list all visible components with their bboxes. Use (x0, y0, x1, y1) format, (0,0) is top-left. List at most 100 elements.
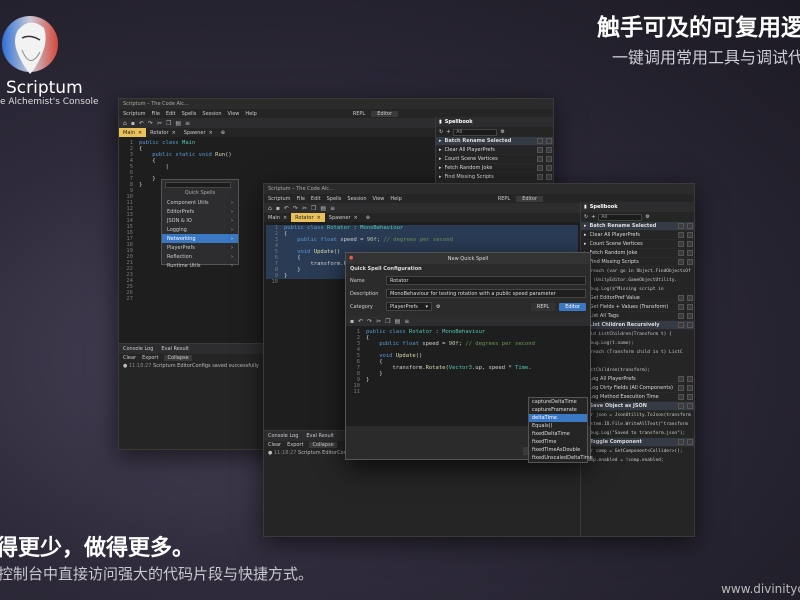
quick-spells-search-input[interactable] (165, 181, 231, 188)
run-icon[interactable] (687, 223, 693, 229)
run-icon[interactable] (687, 376, 693, 382)
undo-icon[interactable]: ↶ (358, 318, 363, 325)
menu-scriptum[interactable]: Scriptum (123, 111, 146, 117)
window-titlebar[interactable]: Scriptum – The Code Alc... (119, 99, 553, 109)
autocomplete-item[interactable]: Equals() (529, 422, 587, 430)
copy-icon[interactable] (678, 259, 684, 265)
dialog-titlebar[interactable]: ● New Quick Spell (346, 253, 590, 264)
autocomplete-item[interactable]: fixedTime (529, 438, 587, 446)
undo-icon[interactable]: ↶ (139, 120, 144, 127)
quick-spells-item[interactable]: Component Utils › (162, 198, 238, 207)
tab-rotator[interactable]: Rotator × (291, 213, 325, 222)
copy-icon[interactable] (678, 403, 684, 409)
spellbook-item[interactable]: ▸ Clear All PlayerPrefs (436, 146, 553, 155)
close-icon[interactable]: × (138, 130, 142, 136)
home-icon[interactable]: ⌂ (123, 120, 127, 127)
copy-icon[interactable] (537, 138, 543, 144)
run-icon[interactable] (687, 241, 693, 247)
spellbook-item[interactable]: ▸Fetch Random Joke (436, 164, 553, 173)
menu-edit[interactable]: Edit (311, 196, 321, 202)
add-tab-icon[interactable]: ⊕ (362, 213, 374, 222)
gear-icon[interactable]: ⚙ (436, 304, 440, 310)
copy-icon[interactable]: ❐ (311, 205, 316, 212)
spellbook-item[interactable]: ▸Save Object as JSON (581, 402, 694, 411)
spellbook-item[interactable]: ▸Log Method Execution Time (581, 393, 694, 402)
gear-icon[interactable]: ⚙ (500, 129, 504, 135)
run-icon[interactable] (687, 322, 693, 328)
add-icon[interactable]: + (446, 129, 450, 135)
quick-spells-item[interactable]: Runtime Utils › (162, 261, 238, 270)
export-button[interactable]: Export (142, 355, 158, 361)
paste-icon[interactable]: ▤ (320, 205, 326, 212)
comment-icon[interactable]: ≡ (330, 205, 335, 212)
run-icon[interactable] (687, 313, 693, 319)
autocomplete-item[interactable]: deltaTime (529, 414, 587, 422)
run-icon[interactable] (687, 259, 693, 265)
description-field[interactable]: MonoBehaviour for testing rotation with … (386, 289, 586, 298)
tab-rotator[interactable]: Rotator × (146, 128, 180, 137)
tab-spawner[interactable]: Spawner × (325, 213, 362, 222)
copy-icon[interactable] (537, 174, 543, 180)
menu-session[interactable]: Session (202, 111, 221, 117)
run-icon[interactable] (687, 232, 693, 238)
menu-view[interactable]: View (228, 111, 240, 117)
cut-icon[interactable]: ✂ (302, 205, 307, 212)
tab-console-log[interactable]: Console Log (123, 346, 153, 352)
copy-icon[interactable] (537, 165, 543, 171)
run-icon[interactable] (687, 394, 693, 400)
undo-icon[interactable]: ↶ (284, 205, 289, 212)
run-icon[interactable] (546, 138, 552, 144)
spellbook-item[interactable]: ▸Log Dirty Fields (All Components) (581, 384, 694, 393)
category-select[interactable]: PlayerPrefs ▾ (386, 302, 432, 311)
run-icon[interactable] (546, 165, 552, 171)
autocomplete-item[interactable]: captureDeltaTime (529, 398, 587, 406)
quick-spells-item[interactable]: PlayerPrefs › (162, 243, 238, 252)
spellbook-item[interactable]: ▸ Batch Rename Selected (581, 222, 694, 231)
spellbook-item[interactable]: ▸Fetch Random Joke (581, 249, 694, 258)
mode-repl-button[interactable]: REPL (530, 302, 556, 311)
quick-spells-item[interactable]: Logging › (162, 225, 238, 234)
collapse-button[interactable]: Collapse (164, 355, 192, 361)
window-titlebar[interactable]: Scriptum – The Code Alc... (264, 184, 694, 194)
spellbook-item[interactable]: ▸List All Tags (581, 312, 694, 321)
copy-icon[interactable] (678, 232, 684, 238)
menu-spells[interactable]: Spells (327, 196, 342, 202)
name-field[interactable]: Rotator (386, 276, 586, 285)
paste-icon[interactable]: ▤ (395, 318, 401, 325)
spellbook-item[interactable]: ▸Find Missing Scripts (436, 173, 553, 182)
home-icon[interactable]: ⌂ (268, 205, 272, 212)
autocomplete-item[interactable]: fixedDeltaTime (529, 430, 587, 438)
run-icon[interactable] (687, 295, 693, 301)
copy-icon[interactable] (678, 241, 684, 247)
run-icon[interactable] (687, 304, 693, 310)
copy-icon[interactable]: ❐ (385, 318, 390, 325)
mode-editor[interactable]: Editor (516, 195, 544, 202)
tab-main[interactable]: Main × (264, 213, 291, 222)
spellbook-item[interactable]: ▸ Count Scene Vertices (581, 240, 694, 249)
spellbook-item[interactable]: ▸Get Fields + Values (Transform) (581, 303, 694, 312)
comment-icon[interactable]: ≡ (185, 120, 190, 127)
menu-file[interactable]: File (297, 196, 305, 202)
copy-icon[interactable] (678, 304, 684, 310)
menu-edit[interactable]: Edit (166, 111, 176, 117)
spellbook-item[interactable]: ▸ Batch Rename Selected (436, 137, 553, 146)
export-button[interactable]: Export (287, 442, 303, 448)
copy-icon[interactable] (678, 313, 684, 319)
run-icon[interactable] (546, 156, 552, 162)
run-icon[interactable] (687, 385, 693, 391)
menu-help[interactable]: Help (245, 111, 256, 117)
save-icon[interactable]: ▪ (350, 318, 354, 325)
tab-eval-result[interactable]: Eval Result (306, 433, 334, 439)
refresh-icon[interactable]: ↻ (584, 214, 588, 220)
clear-button[interactable]: Clear (268, 442, 281, 448)
comment-icon[interactable]: ≡ (404, 318, 409, 325)
copy-icon[interactable] (678, 223, 684, 229)
mode-editor-button[interactable]: Editor (559, 302, 586, 311)
close-icon[interactable]: × (283, 215, 287, 221)
run-icon[interactable] (687, 250, 693, 256)
spellbook-filter-select[interactable]: All (598, 213, 643, 221)
add-tab-icon[interactable]: ⊕ (217, 128, 229, 137)
run-icon[interactable] (546, 147, 552, 153)
redo-icon[interactable]: ↷ (367, 318, 372, 325)
menu-file[interactable]: File (152, 111, 160, 117)
